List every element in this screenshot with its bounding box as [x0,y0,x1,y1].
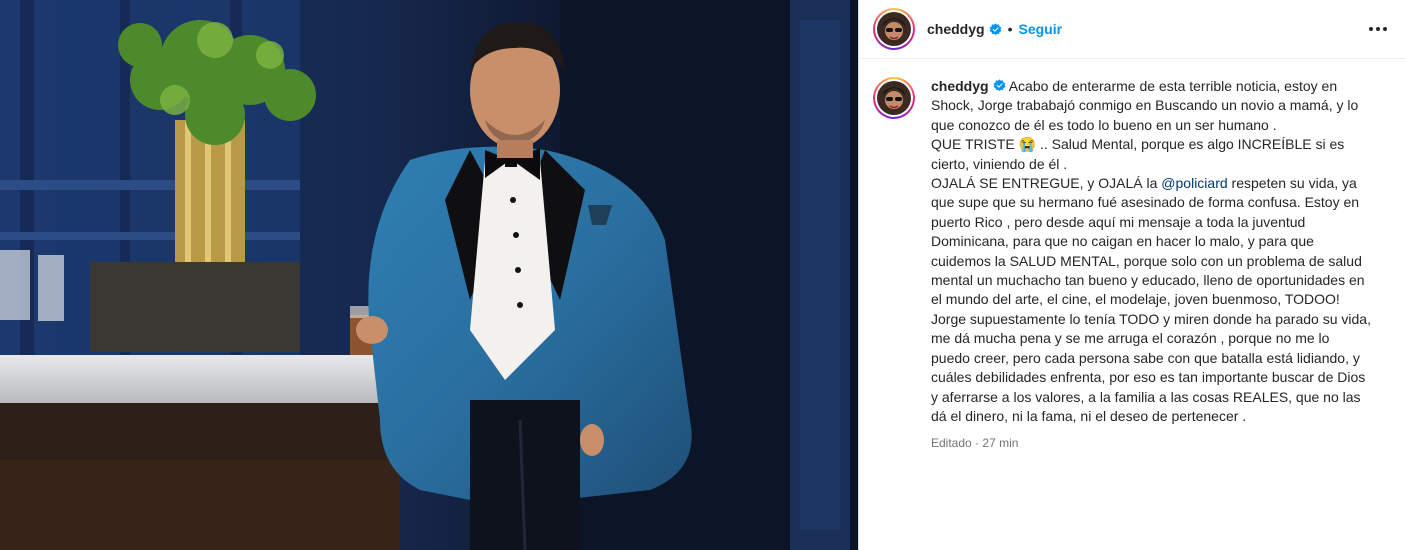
caption-username[interactable]: cheddyg [931,78,989,94]
follow-button[interactable]: Seguir [1018,21,1062,37]
avatar-image [877,12,911,46]
post-header: cheddyg • Seguir [859,0,1406,59]
mention-link[interactable]: @policiard [1161,175,1227,191]
edited-label: Editado [931,436,972,451]
caption-author-avatar[interactable] [873,77,915,119]
more-options-icon [1369,27,1387,31]
post-photo-image [0,0,858,550]
more-options-button[interactable] [1366,17,1390,41]
crying-emoji: 😭 [1018,136,1037,153]
caption-text: cheddyg Acabo de enterarme de esta terri… [931,77,1371,426]
post-side-panel: cheddyg • Seguir cheddyg Acabo de entera… [858,0,1406,550]
post-meta: Editado · 27 min [931,436,1371,450]
instagram-post: cheddyg • Seguir cheddyg Acabo de entera… [0,0,1406,550]
post-photo[interactable] [0,0,858,550]
caption-body: cheddyg Acabo de enterarme de esta terri… [931,77,1371,450]
caption-part-3: respeten su vida, ya que supe que su her… [931,175,1371,424]
avatar-image [877,81,911,115]
author-username[interactable]: cheddyg [927,21,985,37]
caption-section: cheddyg Acabo de enterarme de esta terri… [859,59,1406,450]
post-time[interactable]: 27 min [982,436,1018,450]
verified-badge-icon [989,22,1001,35]
verified-badge-icon [993,79,1005,92]
separator-dot: • [1007,21,1013,37]
author-avatar[interactable] [873,8,915,50]
